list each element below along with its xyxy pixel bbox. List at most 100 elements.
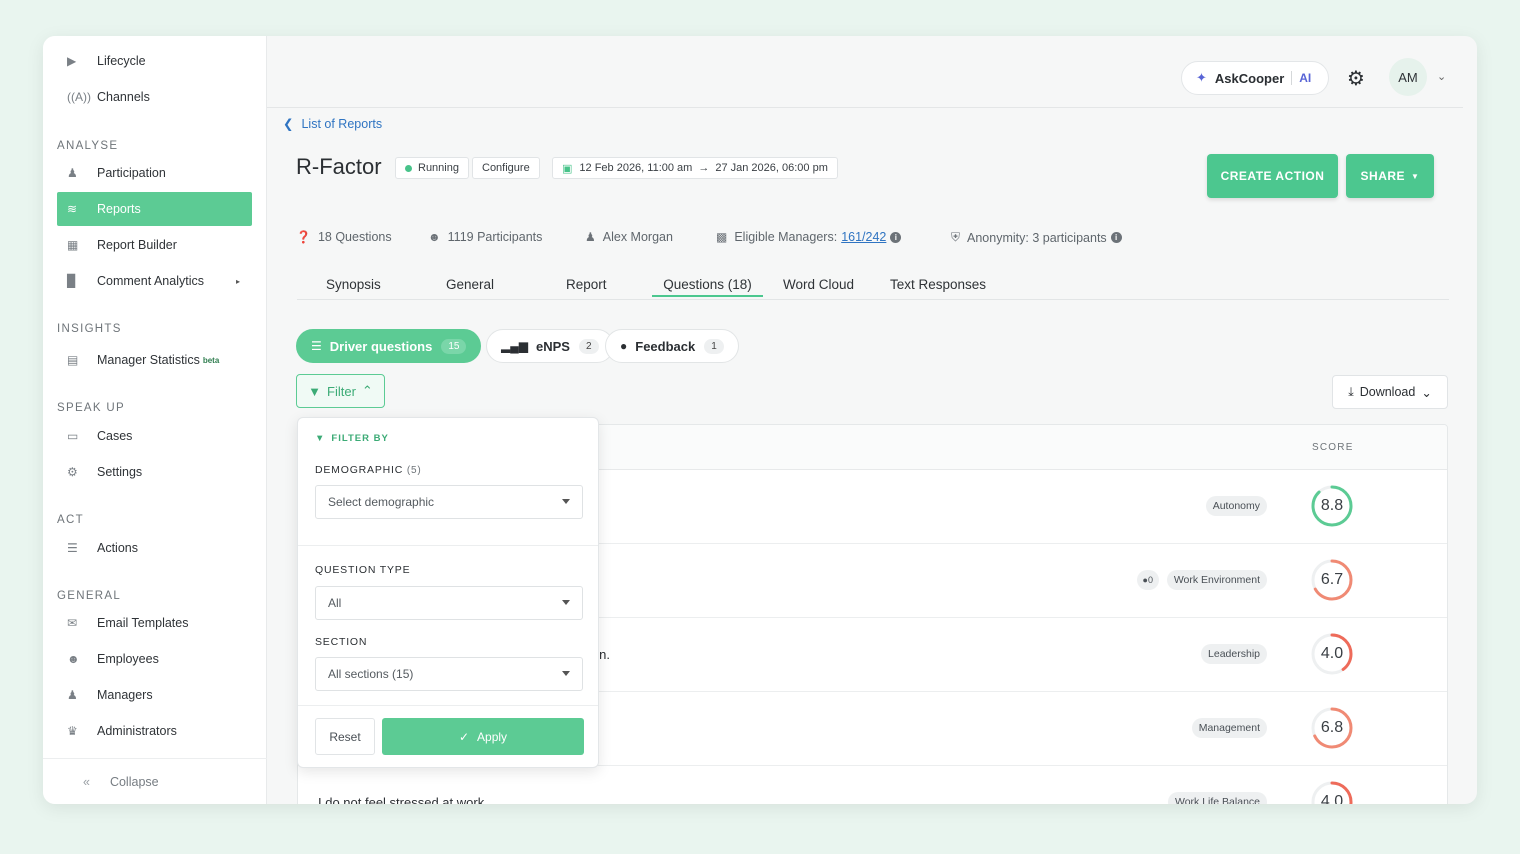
apply-label: Apply (477, 729, 508, 744)
create-action-button[interactable]: CREATE ACTION (1207, 154, 1338, 198)
check-icon: ✓ (458, 729, 470, 744)
sidebar-item-manager-statistics[interactable]: ▤ Manager Statistics beta (57, 343, 252, 377)
askcooper-label: AskCooper (1214, 70, 1285, 86)
chart-line-icon: ≋ (67, 202, 78, 216)
section-select[interactable]: All sections (15) (315, 657, 583, 691)
sidebar-item-label: Administrators (97, 724, 177, 738)
demographic-label-text: DEMOGRAPHIC (315, 464, 404, 476)
caret-down-icon (562, 671, 570, 676)
back-link[interactable]: ❮ List of Reports (283, 116, 382, 132)
shield-icon: ⛨ (951, 230, 961, 244)
question-text: I do not feel stressed at work. (318, 795, 488, 804)
table-row[interactable]: I do not feel stressed at work. Work Life… (298, 766, 1447, 804)
demographic-label: DEMOGRAPHIC (5) (315, 464, 421, 476)
reset-button[interactable]: Reset (315, 718, 375, 755)
question-type-value: All (328, 596, 342, 610)
filter-by-heading: ▼ FILTER BY (315, 433, 389, 444)
filter-by-label: FILTER BY (331, 433, 389, 444)
sidebar-item-report-builder[interactable]: ▦ Report Builder (57, 228, 252, 262)
sidebar-item-label: Managers (97, 688, 153, 702)
info-icon[interactable]: i (1110, 232, 1122, 243)
info-icon[interactable]: i (890, 231, 902, 243)
sidebar-item-actions[interactable]: ☰ Actions (57, 531, 252, 565)
sidebar-item-employees[interactable]: ☻ Employees (57, 642, 252, 676)
sidebar-item-label: Cases (97, 429, 133, 443)
demographic-select[interactable]: Select demographic (315, 485, 583, 519)
report-tabs: Synopsis General Report Questions (18) W… (297, 274, 1449, 300)
comments-count: 0 (1147, 575, 1153, 585)
filter-button[interactable]: ▼ Filter ⌃ (296, 374, 385, 408)
channels-icon: ((A)) (67, 90, 91, 104)
chevron-down-icon[interactable]: ⌄ (1437, 70, 1446, 83)
tab-questions[interactable]: Questions (18) (652, 277, 763, 297)
section-heading-speak-up: SPEAK UP (57, 402, 125, 414)
category-tag: Work Life Balance (1167, 792, 1267, 804)
chip-count: 15 (441, 338, 467, 354)
presentation-icon: ▤ (67, 353, 79, 367)
avatar[interactable]: AM (1389, 58, 1427, 96)
apply-button[interactable]: ✓ Apply (382, 718, 584, 755)
tab-word-cloud[interactable]: Word Cloud (783, 277, 854, 292)
status-badge: Running (395, 157, 469, 179)
share-label: SHARE (1360, 169, 1406, 183)
question-type-select[interactable]: All (315, 586, 583, 620)
sidebar-item-administrators[interactable]: ♛ Administrators (57, 714, 252, 748)
question-circle-icon: ❓ (296, 230, 311, 244)
chevron-up-icon: ⌃ (361, 383, 373, 398)
sidebar-item-label: Employees (97, 652, 159, 666)
sidebar-item-cases[interactable]: ▭ Cases (57, 419, 252, 453)
caret-down-icon (562, 499, 570, 504)
askcooper-button[interactable]: ✦ AskCooper AI (1181, 61, 1329, 95)
sidebar-item-channels[interactable]: ((A)) Channels (57, 80, 252, 114)
user-check-icon: ♟ (67, 166, 78, 180)
share-button[interactable]: SHARE ▼ (1346, 154, 1434, 198)
tab-general[interactable]: General (446, 277, 494, 292)
date-start: 12 Feb 2026, 11:00 am (579, 162, 693, 174)
user-tie-icon: ♟ (67, 688, 78, 702)
meta-eligible-managers: ▩ Eligible Managers: 161/242 i (716, 230, 902, 244)
sidebar-item-participation[interactable]: ♟ Participation (57, 156, 252, 190)
collapse-button[interactable]: « Collapse (43, 758, 267, 804)
meta-questions: ❓ 18 Questions (296, 230, 392, 244)
sidebar-item-label: Channels (97, 90, 150, 104)
mail-icon: ✉ (67, 616, 78, 630)
briefcase-icon: ▩ (716, 230, 728, 244)
category-tag: Management (1191, 718, 1267, 738)
download-button[interactable]: ⤓ Download ⌄ (1332, 375, 1448, 409)
gear-icon[interactable]: ⚙ (1347, 66, 1365, 91)
sidebar-item-label: Actions (97, 541, 138, 555)
chevron-down-icon: ⌄ (1421, 385, 1432, 400)
eligible-label: Eligible Managers: (734, 230, 838, 244)
meta-owner-label: Alex Morgan (602, 230, 673, 244)
score-value: 4.0 (1320, 645, 1344, 662)
configure-button[interactable]: Configure (472, 157, 540, 179)
status-dot (405, 164, 412, 172)
chip-enps[interactable]: ▂▄▆ eNPS 2 (486, 329, 614, 363)
eligible-managers-link[interactable]: 161/242 (841, 230, 886, 244)
section-heading-analyse: ANALYSE (57, 140, 119, 152)
tab-report[interactable]: Report (566, 277, 607, 292)
tab-text-responses[interactable]: Text Responses (890, 277, 986, 292)
category-tag: Autonomy (1205, 496, 1267, 516)
score-column-header: SCORE (1312, 442, 1354, 453)
sidebar-item-managers[interactable]: ♟ Managers (57, 678, 252, 712)
demographic-placeholder: Select demographic (328, 495, 435, 509)
sidebar-item-email-templates[interactable]: ✉ Email Templates (57, 606, 252, 640)
bar-chart-icon: ▉ (67, 274, 77, 288)
sidebar-item-lifecycle[interactable]: ▶ Lifecycle (57, 44, 252, 78)
tab-synopsis[interactable]: Synopsis (326, 277, 381, 292)
folder-icon: ▭ (67, 429, 79, 443)
users-icon: ☻ (428, 230, 441, 244)
crown-icon: ♛ (67, 724, 78, 738)
chip-label: eNPS (535, 338, 570, 354)
chip-driver-questions[interactable]: ☰ Driver questions 15 (296, 329, 482, 363)
sidebar-item-comment-analytics[interactable]: ▉ Comment Analytics ▸ (57, 264, 252, 298)
beta-badge: beta (202, 355, 220, 365)
comments-badge[interactable]: ● 0 (1136, 570, 1159, 590)
chip-feedback[interactable]: ● Feedback 1 (605, 329, 739, 363)
lifecycle-icon: ▶ (67, 54, 77, 68)
sidebar-item-reports[interactable]: ≋ Reports (57, 192, 252, 226)
create-action-label: CREATE ACTION (1220, 169, 1325, 183)
sidebar-item-settings[interactable]: ⚙ Settings (57, 455, 252, 489)
sidebar-item-label: Reports (97, 202, 141, 216)
